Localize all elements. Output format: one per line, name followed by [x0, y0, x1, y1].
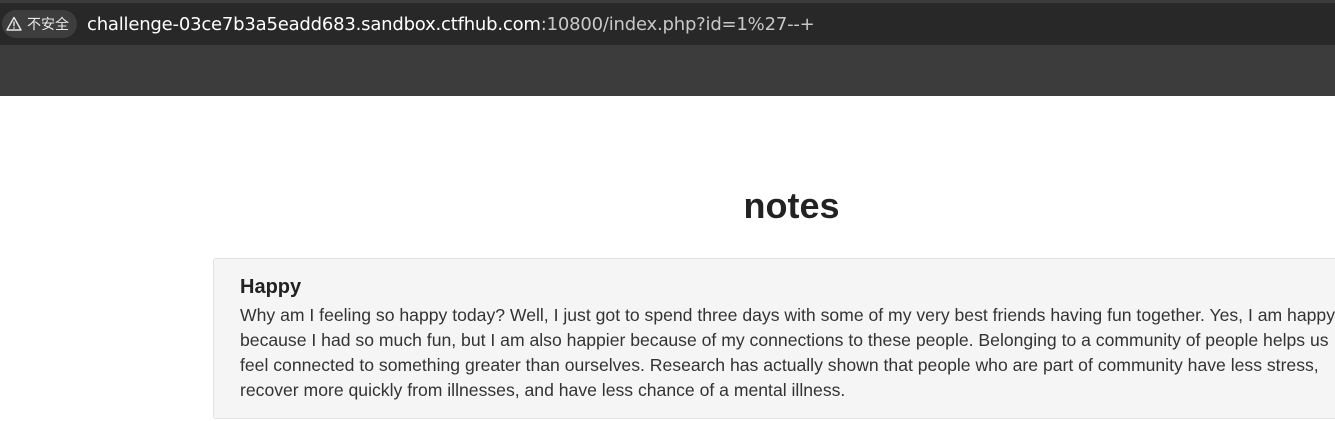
note-card: Happy Why am I feeling so happy today? W… — [213, 258, 1335, 419]
url-path: :10800/index.php?id=1%27--+ — [540, 13, 815, 35]
page-title: notes — [743, 185, 840, 226]
url-host: challenge-03ce7b3a5eadd683.sandbox.ctfhu… — [87, 13, 541, 35]
note-title: Happy — [240, 276, 302, 298]
security-label: 不安全 — [27, 17, 69, 33]
page-content: notes Happy Why am I feeling so happy to… — [0, 96, 1335, 421]
security-indicator[interactable]: 不安全 — [2, 10, 77, 38]
note-body: Why am I feeling so happy today? Well, I… — [240, 305, 1335, 400]
warning-triangle-icon — [5, 15, 23, 33]
url-field[interactable]: challenge-03ce7b3a5eadd683.sandbox.ctfhu… — [87, 14, 815, 35]
address-bar[interactable]: 不安全 challenge-03ce7b3a5eadd683.sandbox.c… — [0, 3, 1335, 45]
browser-chrome: 不安全 challenge-03ce7b3a5eadd683.sandbox.c… — [0, 0, 1335, 96]
